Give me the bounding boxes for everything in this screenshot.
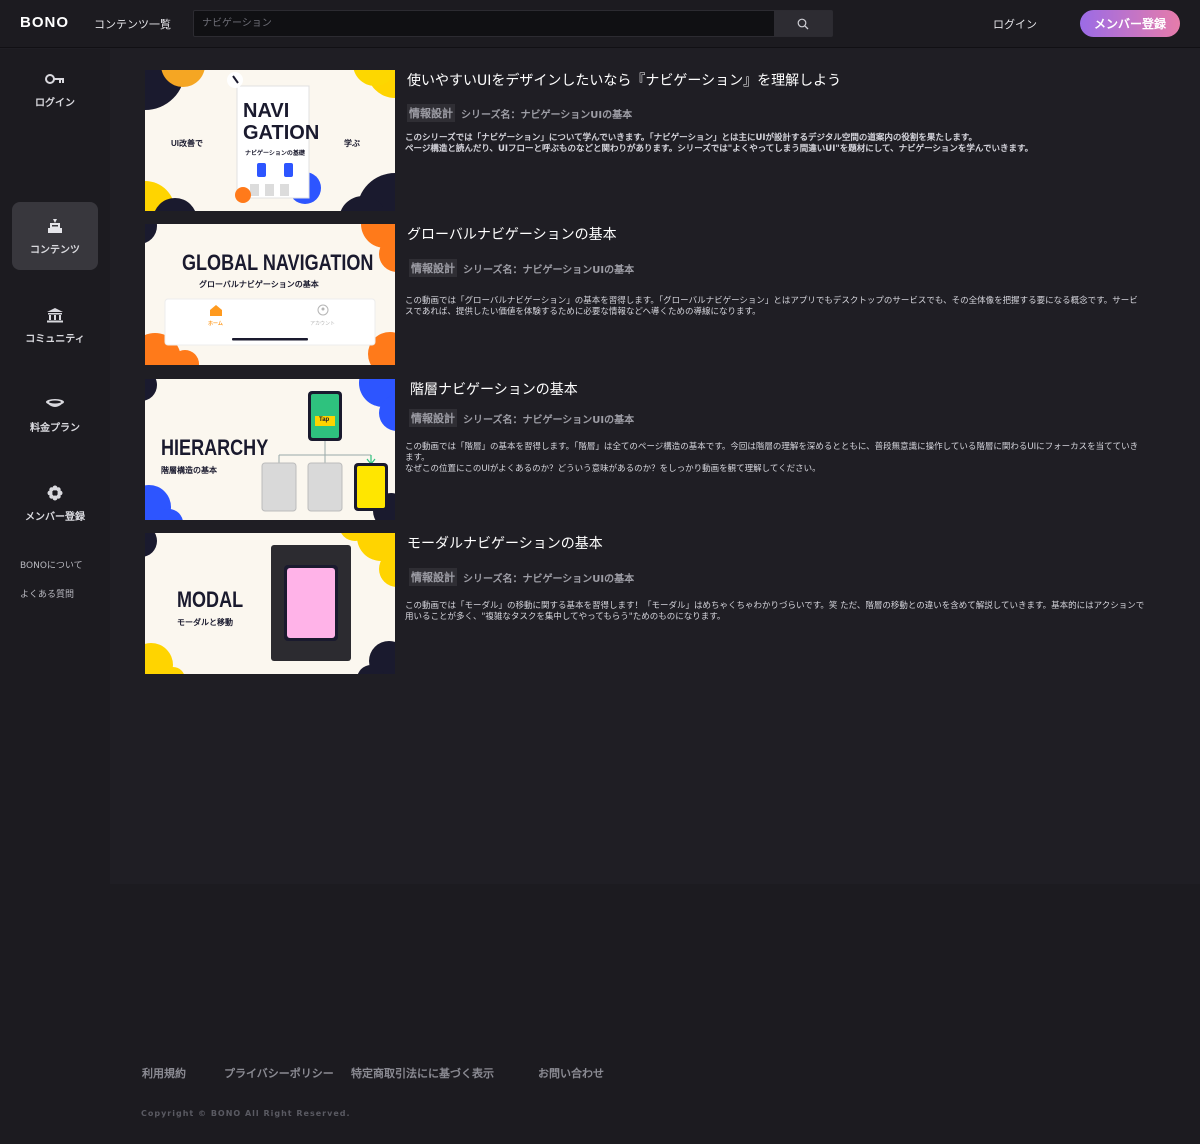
search-bar xyxy=(193,10,833,37)
about-link[interactable]: BONOについて xyxy=(20,558,83,571)
faq-link[interactable]: よくある質問 xyxy=(20,587,74,600)
thumb-big-text: GATION xyxy=(243,122,320,144)
thumb-caption-right: 学ぶ xyxy=(344,139,360,148)
sidebar-item-contents[interactable]: コンテンツ xyxy=(12,202,98,270)
sidebar-item-label: メンバー登録 xyxy=(25,511,85,523)
series-name: シリーズ名：ナビゲーションUIの基本 xyxy=(463,264,635,276)
flower-icon xyxy=(45,484,65,502)
category-tag[interactable]: 情報設計 xyxy=(409,568,457,586)
card-title[interactable]: グローバルナビゲーションの基本 xyxy=(407,224,617,244)
building-icon xyxy=(45,306,65,324)
content-card[interactable]: UI改善で 学ぶ NAVI GATION ナビゲーションの基礎 使いやすいUIを… xyxy=(145,70,1145,211)
card-meta: 情報設計 シリーズ名：ナビゲーションUIの基本 xyxy=(407,104,632,122)
series-name: シリーズ名：ナビゲーションUIの基本 xyxy=(461,109,633,121)
card-meta: 情報設計 シリーズ名：ナビゲーションUIの基本 xyxy=(409,259,634,277)
card-title[interactable]: モーダルナビゲーションの基本 xyxy=(407,533,603,553)
thumb-caption-left: UI改善で xyxy=(171,139,203,148)
thumb-big-text: MODAL xyxy=(177,587,244,612)
sidebar-item-member[interactable]: メンバー登録 xyxy=(12,469,98,537)
card-description: この動画では「グローバルナビゲーション」の基本を習得します。「グローバルナビゲー… xyxy=(405,296,1138,317)
card-description: このシリーズでは「ナビゲーション」について学んでいきます。「ナビゲーション」とは… xyxy=(405,133,1034,154)
category-tag[interactable]: 情報設計 xyxy=(409,259,457,277)
sidebar-item-login[interactable]: ログイン xyxy=(12,55,98,123)
card-thumbnail[interactable]: Tap HIERARCHY 階層構造の基本 xyxy=(145,379,395,520)
sidebar-item-label: コミュニティ xyxy=(25,333,85,345)
sidebar-item-label: ログイン xyxy=(35,97,75,109)
thumb-sub-text: 階層構造の基本 xyxy=(161,466,217,475)
logo[interactable]: BONO xyxy=(20,14,69,31)
sidebar-item-label: 料金プラン xyxy=(30,422,80,434)
search-icon xyxy=(797,18,809,29)
member-register-button[interactable]: メンバー登録 xyxy=(1080,10,1180,37)
card-description: この動画では「モーダル」の移動に関する基本を習得します！「モーダル」はめちゃくち… xyxy=(405,601,1145,622)
card-title[interactable]: 階層ナビゲーションの基本 xyxy=(410,379,578,399)
category-tag[interactable]: 情報設計 xyxy=(407,104,455,122)
card-meta: 情報設計 シリーズ名：ナビゲーションUIの基本 xyxy=(409,409,634,427)
thumb-big-text: NAVI xyxy=(243,100,290,122)
copyright: Copyright © BONO All Right Reserved. xyxy=(141,1109,351,1118)
top-header: BONO コンテンツ一覧 ログイン メンバー登録 xyxy=(0,0,1200,48)
key-icon xyxy=(45,70,65,88)
card-thumbnail[interactable]: GLOBAL NAVIGATION グローバルナビゲーションの基本 ホーム アカ… xyxy=(145,224,395,365)
card-meta: 情報設計 シリーズ名：ナビゲーションUIの基本 xyxy=(409,568,634,586)
book-stack-icon xyxy=(45,217,65,235)
tab-account-label: アカウント xyxy=(310,321,336,327)
card-thumbnail[interactable]: UI改善で 学ぶ NAVI GATION ナビゲーションの基礎 xyxy=(145,70,395,211)
series-name: シリーズ名：ナビゲーションUIの基本 xyxy=(463,573,635,585)
sidebar: ログイン コンテンツ コミュニティ 料金プラン メンバー登録 BONOについて … xyxy=(0,49,110,884)
tab-home-label: ホーム xyxy=(208,321,223,327)
card-thumbnail[interactable]: MODAL モーダルと移動 xyxy=(145,533,395,674)
thumb-sub-text: グローバルナビゲーションの基本 xyxy=(199,280,319,289)
sidebar-item-label: コンテンツ xyxy=(30,244,80,256)
sidebar-item-community[interactable]: コミュニティ xyxy=(12,291,98,359)
card-title[interactable]: 使いやすいUIをデザインしたいなら『ナビゲーション』を理解しよう xyxy=(407,70,841,90)
content-card[interactable]: Tap HIERARCHY 階層構造の基本 階層ナビゲーションの基本 情報設計 … xyxy=(145,379,1145,520)
sidebar-item-pricing[interactable]: 料金プラン xyxy=(12,380,98,448)
card-description: この動画では「階層」の基本を習得します。「階層」は全てのページ構造の基本です。今… xyxy=(405,442,1139,474)
footer-link-contact[interactable]: お問い合わせ xyxy=(538,1065,604,1081)
tap-label: Tap xyxy=(319,417,330,423)
login-link[interactable]: ログイン xyxy=(993,16,1037,32)
series-name: シリーズ名：ナビゲーションUIの基本 xyxy=(463,414,635,426)
thumb-sub-text: ナビゲーションの基礎 xyxy=(245,151,305,157)
footer: 利用規約 プライバシーポリシー 特定商取引法にに基づく表示 お問い合わせ Cop… xyxy=(0,884,1200,1144)
thumb-big-text: GLOBAL NAVIGATION xyxy=(182,250,374,275)
thumb-big-text: HIERARCHY xyxy=(161,435,269,460)
footer-link-commerce[interactable]: 特定商取引法にに基づく表示 xyxy=(351,1065,494,1081)
footer-link-terms[interactable]: 利用規約 xyxy=(142,1065,186,1081)
search-input[interactable] xyxy=(194,11,774,36)
content-card[interactable]: GLOBAL NAVIGATION グローバルナビゲーションの基本 ホーム アカ… xyxy=(145,224,1145,365)
search-button[interactable] xyxy=(774,11,832,36)
bowl-icon xyxy=(45,395,65,413)
content-card[interactable]: MODAL モーダルと移動 モーダルナビゲーションの基本 情報設計 シリーズ名：… xyxy=(145,533,1145,674)
thumbnail-illustration xyxy=(145,224,395,365)
footer-link-privacy[interactable]: プライバシーポリシー xyxy=(224,1065,334,1081)
thumb-sub-text: モーダルと移動 xyxy=(177,618,233,627)
contents-list-link[interactable]: コンテンツ一覧 xyxy=(94,16,171,32)
category-tag[interactable]: 情報設計 xyxy=(409,409,457,427)
